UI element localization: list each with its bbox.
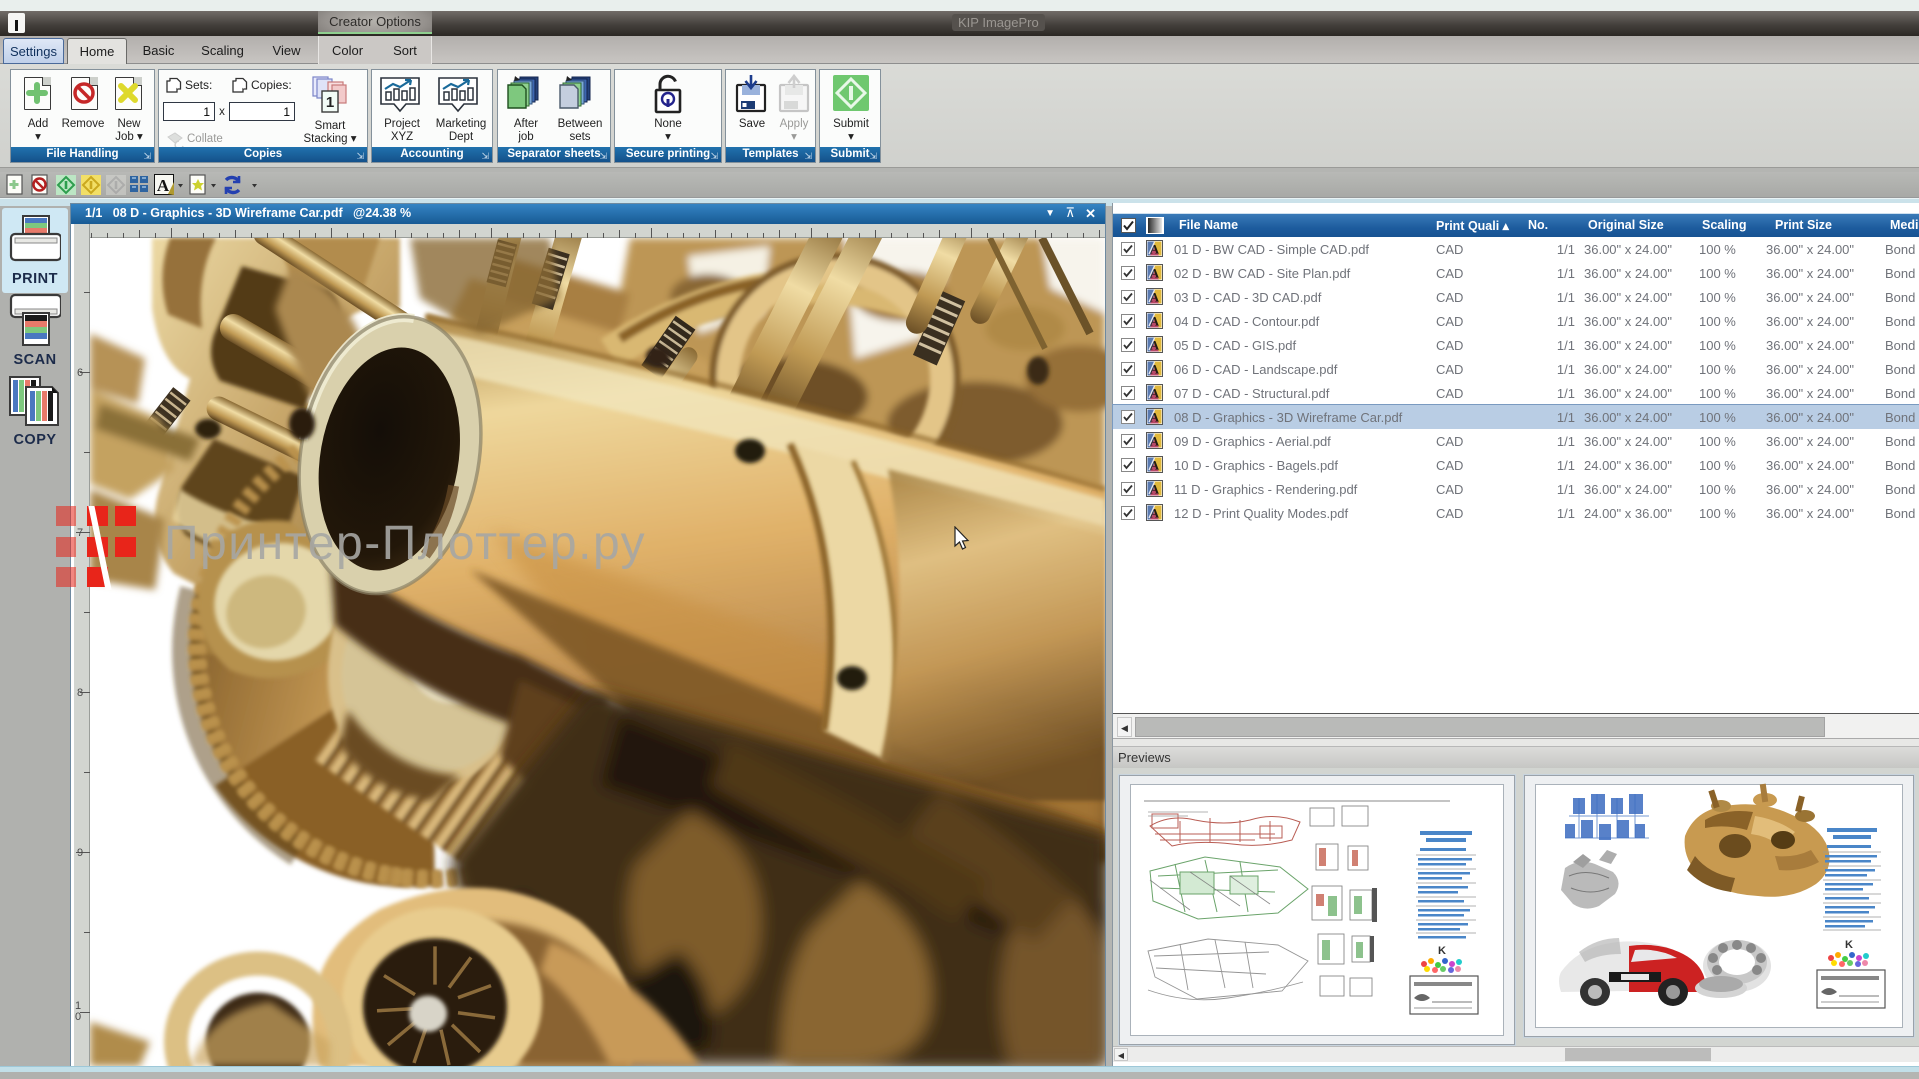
- svg-text:7: 7: [77, 527, 83, 539]
- svg-text:K: K: [1845, 939, 1853, 951]
- svg-text:0: 0: [75, 1011, 81, 1023]
- svg-text:K: K: [1438, 945, 1446, 957]
- svg-text:9: 9: [77, 847, 83, 859]
- svg-text:A: A: [157, 176, 170, 195]
- svg-text:6: 6: [77, 367, 83, 379]
- svg-text:8: 8: [77, 687, 83, 699]
- svg-text:1: 1: [326, 94, 334, 111]
